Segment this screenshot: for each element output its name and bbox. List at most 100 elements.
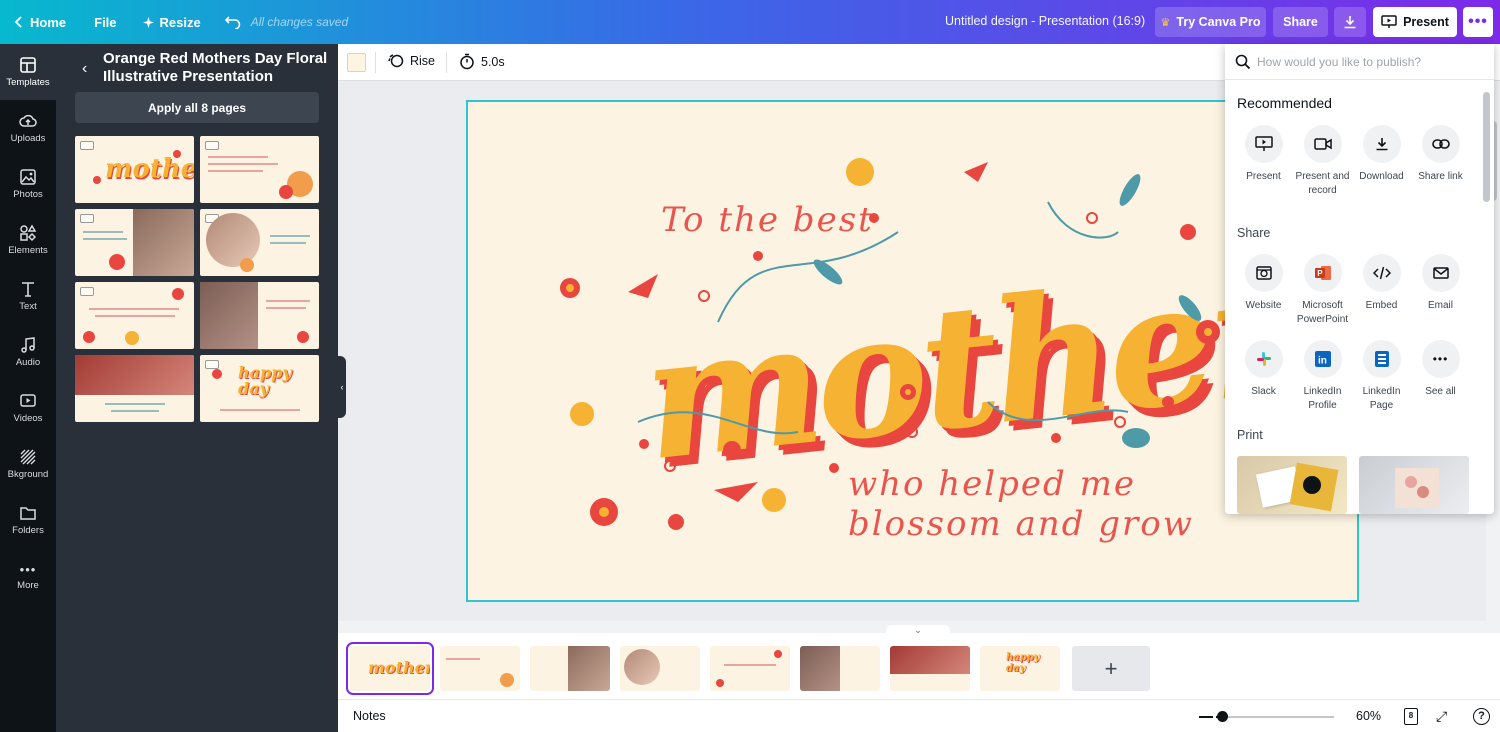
folder-icon: [20, 507, 36, 520]
linkedin-profile-option[interactable]: in LinkedIn Profile: [1293, 340, 1352, 413]
rail-item-text[interactable]: Text: [0, 268, 56, 324]
option-icon-circle: [1244, 340, 1283, 378]
option-icon-circle: [1421, 254, 1460, 292]
template-page-thumb[interactable]: [75, 209, 194, 276]
option-label: Present and record: [1295, 171, 1350, 196]
home-button[interactable]: Home: [0, 0, 76, 44]
more-options-button[interactable]: •••: [1463, 7, 1493, 37]
template-page-thumb[interactable]: [200, 209, 319, 276]
document-title[interactable]: Untitled design - Presentation (16:9): [945, 14, 1145, 28]
top-bar: Home File Resize All changes saved Untit…: [0, 0, 1500, 44]
template-page-thumb[interactable]: [75, 282, 194, 349]
slide-subtitle-text[interactable]: who helped me blossom and grow: [848, 464, 1194, 544]
present-button[interactable]: Present: [1373, 7, 1457, 37]
present-icon: [1254, 136, 1273, 151]
undo-icon: [224, 16, 241, 29]
zoom-out-icon[interactable]: [1199, 716, 1213, 718]
apply-all-pages-button[interactable]: Apply all 8 pages: [75, 92, 319, 123]
template-page-thumb[interactable]: mother: [75, 136, 194, 203]
dropdown-scrollbar[interactable]: [1480, 80, 1494, 514]
website-option[interactable]: Website: [1234, 254, 1293, 313]
rail-item-folders[interactable]: Folders: [0, 492, 56, 548]
embed-option[interactable]: Embed: [1352, 254, 1411, 313]
rail-item-background[interactable]: Bkground: [0, 436, 56, 492]
option-icon-circle: in: [1303, 340, 1342, 378]
rail-item-uploads[interactable]: Uploads: [0, 100, 56, 156]
page-thumb-7[interactable]: [890, 646, 970, 691]
template-page-thumb[interactable]: [200, 136, 319, 203]
template-title: Orange Red Mothers Day Floral Illustrati…: [103, 50, 328, 85]
rail-item-photos[interactable]: Photos: [0, 156, 56, 212]
resize-button[interactable]: Resize: [133, 0, 211, 44]
timing-button[interactable]: 5.0s: [459, 53, 505, 70]
print-product-card[interactable]: [1359, 456, 1469, 514]
fullscreen-icon[interactable]: ⤢: [1436, 708, 1447, 725]
collapse-panel-handle[interactable]: ‹: [338, 356, 346, 418]
cloud-upload-icon: [19, 114, 37, 127]
sparkle-icon: [142, 16, 154, 28]
download-option[interactable]: Download: [1352, 125, 1411, 184]
page-thumb-5[interactable]: [710, 646, 790, 691]
download-button[interactable]: [1334, 7, 1366, 37]
template-page-thumb[interactable]: [75, 355, 194, 422]
publish-search-input[interactable]: [1257, 52, 1482, 72]
slide-title-text[interactable]: mother: [634, 234, 1300, 499]
page-thumb-3[interactable]: [530, 646, 610, 691]
link-icon: [1431, 139, 1450, 149]
zoom-slider-handle[interactable]: [1216, 711, 1228, 722]
background-color-swatch[interactable]: [347, 53, 366, 72]
help-icon[interactable]: ?: [1473, 708, 1490, 725]
share-link-option[interactable]: Share link: [1411, 125, 1470, 184]
code-icon: [1372, 266, 1391, 280]
see-all-option[interactable]: ••• See all: [1411, 340, 1470, 399]
rail-item-audio[interactable]: Audio: [0, 324, 56, 380]
slack-icon: [1256, 352, 1271, 366]
option-label: Slack: [1251, 386, 1276, 397]
page-thumb-6[interactable]: [800, 646, 880, 691]
rail-item-templates[interactable]: Templates: [0, 44, 56, 100]
rail-label: Audio: [15, 357, 41, 368]
file-menu[interactable]: File: [84, 0, 126, 44]
option-icon-circle: [1244, 125, 1283, 163]
duration-label: 5.0s: [481, 54, 505, 69]
page-thumb-4[interactable]: [620, 646, 700, 691]
rail-item-videos[interactable]: Videos: [0, 380, 56, 436]
add-page-button[interactable]: +: [1072, 646, 1150, 691]
share-button[interactable]: Share: [1273, 7, 1328, 37]
option-label: LinkedIn Profile: [1303, 386, 1342, 411]
option-icon-circle: •••: [1421, 340, 1460, 378]
animation-button[interactable]: Rise: [388, 53, 435, 69]
email-option[interactable]: Email: [1411, 254, 1470, 313]
powerpoint-option[interactable]: P Microsoft PowerPoint: [1293, 254, 1352, 327]
video-badge-icon: [80, 287, 94, 296]
print-product-card[interactable]: [1237, 456, 1347, 514]
subtitle-line: blossom and grow: [848, 504, 1194, 544]
slide-heading-text[interactable]: To the best: [661, 200, 874, 240]
rail-item-more[interactable]: ••• More: [0, 548, 56, 604]
slack-option[interactable]: Slack: [1234, 340, 1293, 399]
zoom-slider[interactable]: [1216, 716, 1334, 718]
back-arrow-icon[interactable]: ‹: [82, 60, 87, 78]
zoom-level[interactable]: 60%: [1356, 709, 1381, 723]
notes-button[interactable]: Notes: [353, 709, 386, 723]
present-icon: [1381, 15, 1397, 28]
scrollbar-thumb[interactable]: [1483, 92, 1490, 202]
option-label: Website: [1245, 300, 1282, 311]
template-page-grid: mother: [75, 136, 319, 422]
rail-label: More: [17, 579, 39, 591]
template-page-thumb[interactable]: [200, 282, 319, 349]
page-thumb-8[interactable]: happy day: [980, 646, 1060, 691]
page-thumb-1[interactable]: mother: [346, 642, 434, 695]
page-thumb-2[interactable]: [440, 646, 520, 691]
rail-item-elements[interactable]: Elements: [0, 212, 56, 268]
template-page-thumb[interactable]: happy day: [200, 355, 319, 422]
present-option[interactable]: Present: [1234, 125, 1293, 184]
linkedin-page-option[interactable]: LinkedIn Page: [1352, 340, 1411, 413]
present-label: Present: [1403, 15, 1449, 29]
try-pro-button[interactable]: ♛ Try Canva Pro: [1155, 7, 1266, 37]
animation-label: Rise: [410, 54, 436, 68]
undo-button[interactable]: [215, 0, 251, 44]
present-and-record-option[interactable]: Present and record: [1293, 125, 1352, 198]
page-count-button[interactable]: 8: [1404, 708, 1418, 725]
chevron-down-icon[interactable]: ⌄: [886, 625, 950, 635]
